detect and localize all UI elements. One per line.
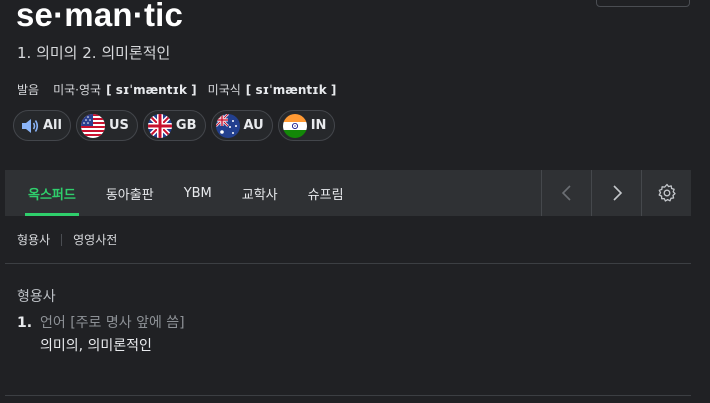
dictionary-tab-bar: 옥스퍼드 동아출판 YBM 교학사 슈프림 <box>5 170 691 216</box>
speaker-icon <box>22 118 39 133</box>
part-of-speech-heading: 형용사 <box>17 289 56 305</box>
tab-kyohaksa[interactable]: 교학사 <box>227 170 293 216</box>
audio-chip-label: IN <box>310 118 327 133</box>
pronunciation-ipa: [ sɪˈmæntɪk ] <box>106 82 197 97</box>
audio-chip-all[interactable]: All <box>13 110 71 141</box>
tab-ybm[interactable]: YBM <box>169 170 227 216</box>
prev-dictionary-button[interactable] <box>541 170 591 216</box>
gear-icon <box>658 183 676 202</box>
audio-chip-in[interactable]: IN <box>277 110 336 141</box>
sense-definition: 의미의, 의미론적인 <box>40 338 152 354</box>
section-divider <box>5 395 691 396</box>
au-flag-icon <box>215 113 240 138</box>
audio-chip-label: AU <box>243 118 264 133</box>
sub-tab-separator <box>61 233 63 246</box>
section-divider <box>5 263 691 264</box>
sub-tab-adjective[interactable]: 형용사 <box>17 231 50 248</box>
gb-flag-icon <box>147 113 172 138</box>
tab-supreme[interactable]: 슈프림 <box>293 170 359 216</box>
chevron-right-icon <box>612 185 622 201</box>
pronunciation-region: 미국식 <box>207 83 241 97</box>
audio-chip-gb[interactable]: GB <box>142 110 206 141</box>
chevron-left-icon <box>561 185 571 201</box>
us-flag-icon <box>80 113 105 138</box>
audio-chip-us[interactable]: US <box>75 110 138 141</box>
top-right-button[interactable] <box>596 0 690 7</box>
pronunciation-region: 미국·영국 <box>53 83 102 97</box>
in-flag-icon <box>282 113 307 138</box>
audio-chip-label: All <box>43 118 62 133</box>
sense-item: 1. 언어 [주로 명사 앞에 씀] 의미의, 의미론적인 <box>17 315 185 358</box>
audio-chip-label: GB <box>175 118 197 133</box>
pronunciation-ipa: [ sɪˈmæntɪk ] <box>245 82 337 97</box>
entry-summary: 1. 의미의 2. 의미론적인 <box>17 44 171 62</box>
audio-chip-list: All US GB AU IN <box>13 110 340 141</box>
audio-chip-label: US <box>108 118 129 133</box>
next-dictionary-button[interactable] <box>591 170 641 216</box>
audio-chip-au[interactable]: AU <box>210 110 273 141</box>
pronunciation-label: 발음 <box>17 83 40 97</box>
sense-number: 1. <box>17 315 33 331</box>
sub-tab-english-dictionary[interactable]: 영영사전 <box>73 231 117 248</box>
sub-tab-list: 형용사 영영사전 <box>17 231 117 248</box>
tab-donga[interactable]: 동아출판 <box>91 170 169 216</box>
dictionary-settings-button[interactable] <box>641 170 691 216</box>
pronunciation-row: 발음 미국·영국 [ sɪˈmæntɪk ] 미국식 [ sɪˈmæntɪk ] <box>17 81 347 98</box>
sense-usage-note: 언어 [주로 명사 앞에 씀] <box>40 315 185 331</box>
entry-word: se·man·tic <box>16 0 184 33</box>
tab-oxford[interactable]: 옥스퍼드 <box>5 170 91 216</box>
